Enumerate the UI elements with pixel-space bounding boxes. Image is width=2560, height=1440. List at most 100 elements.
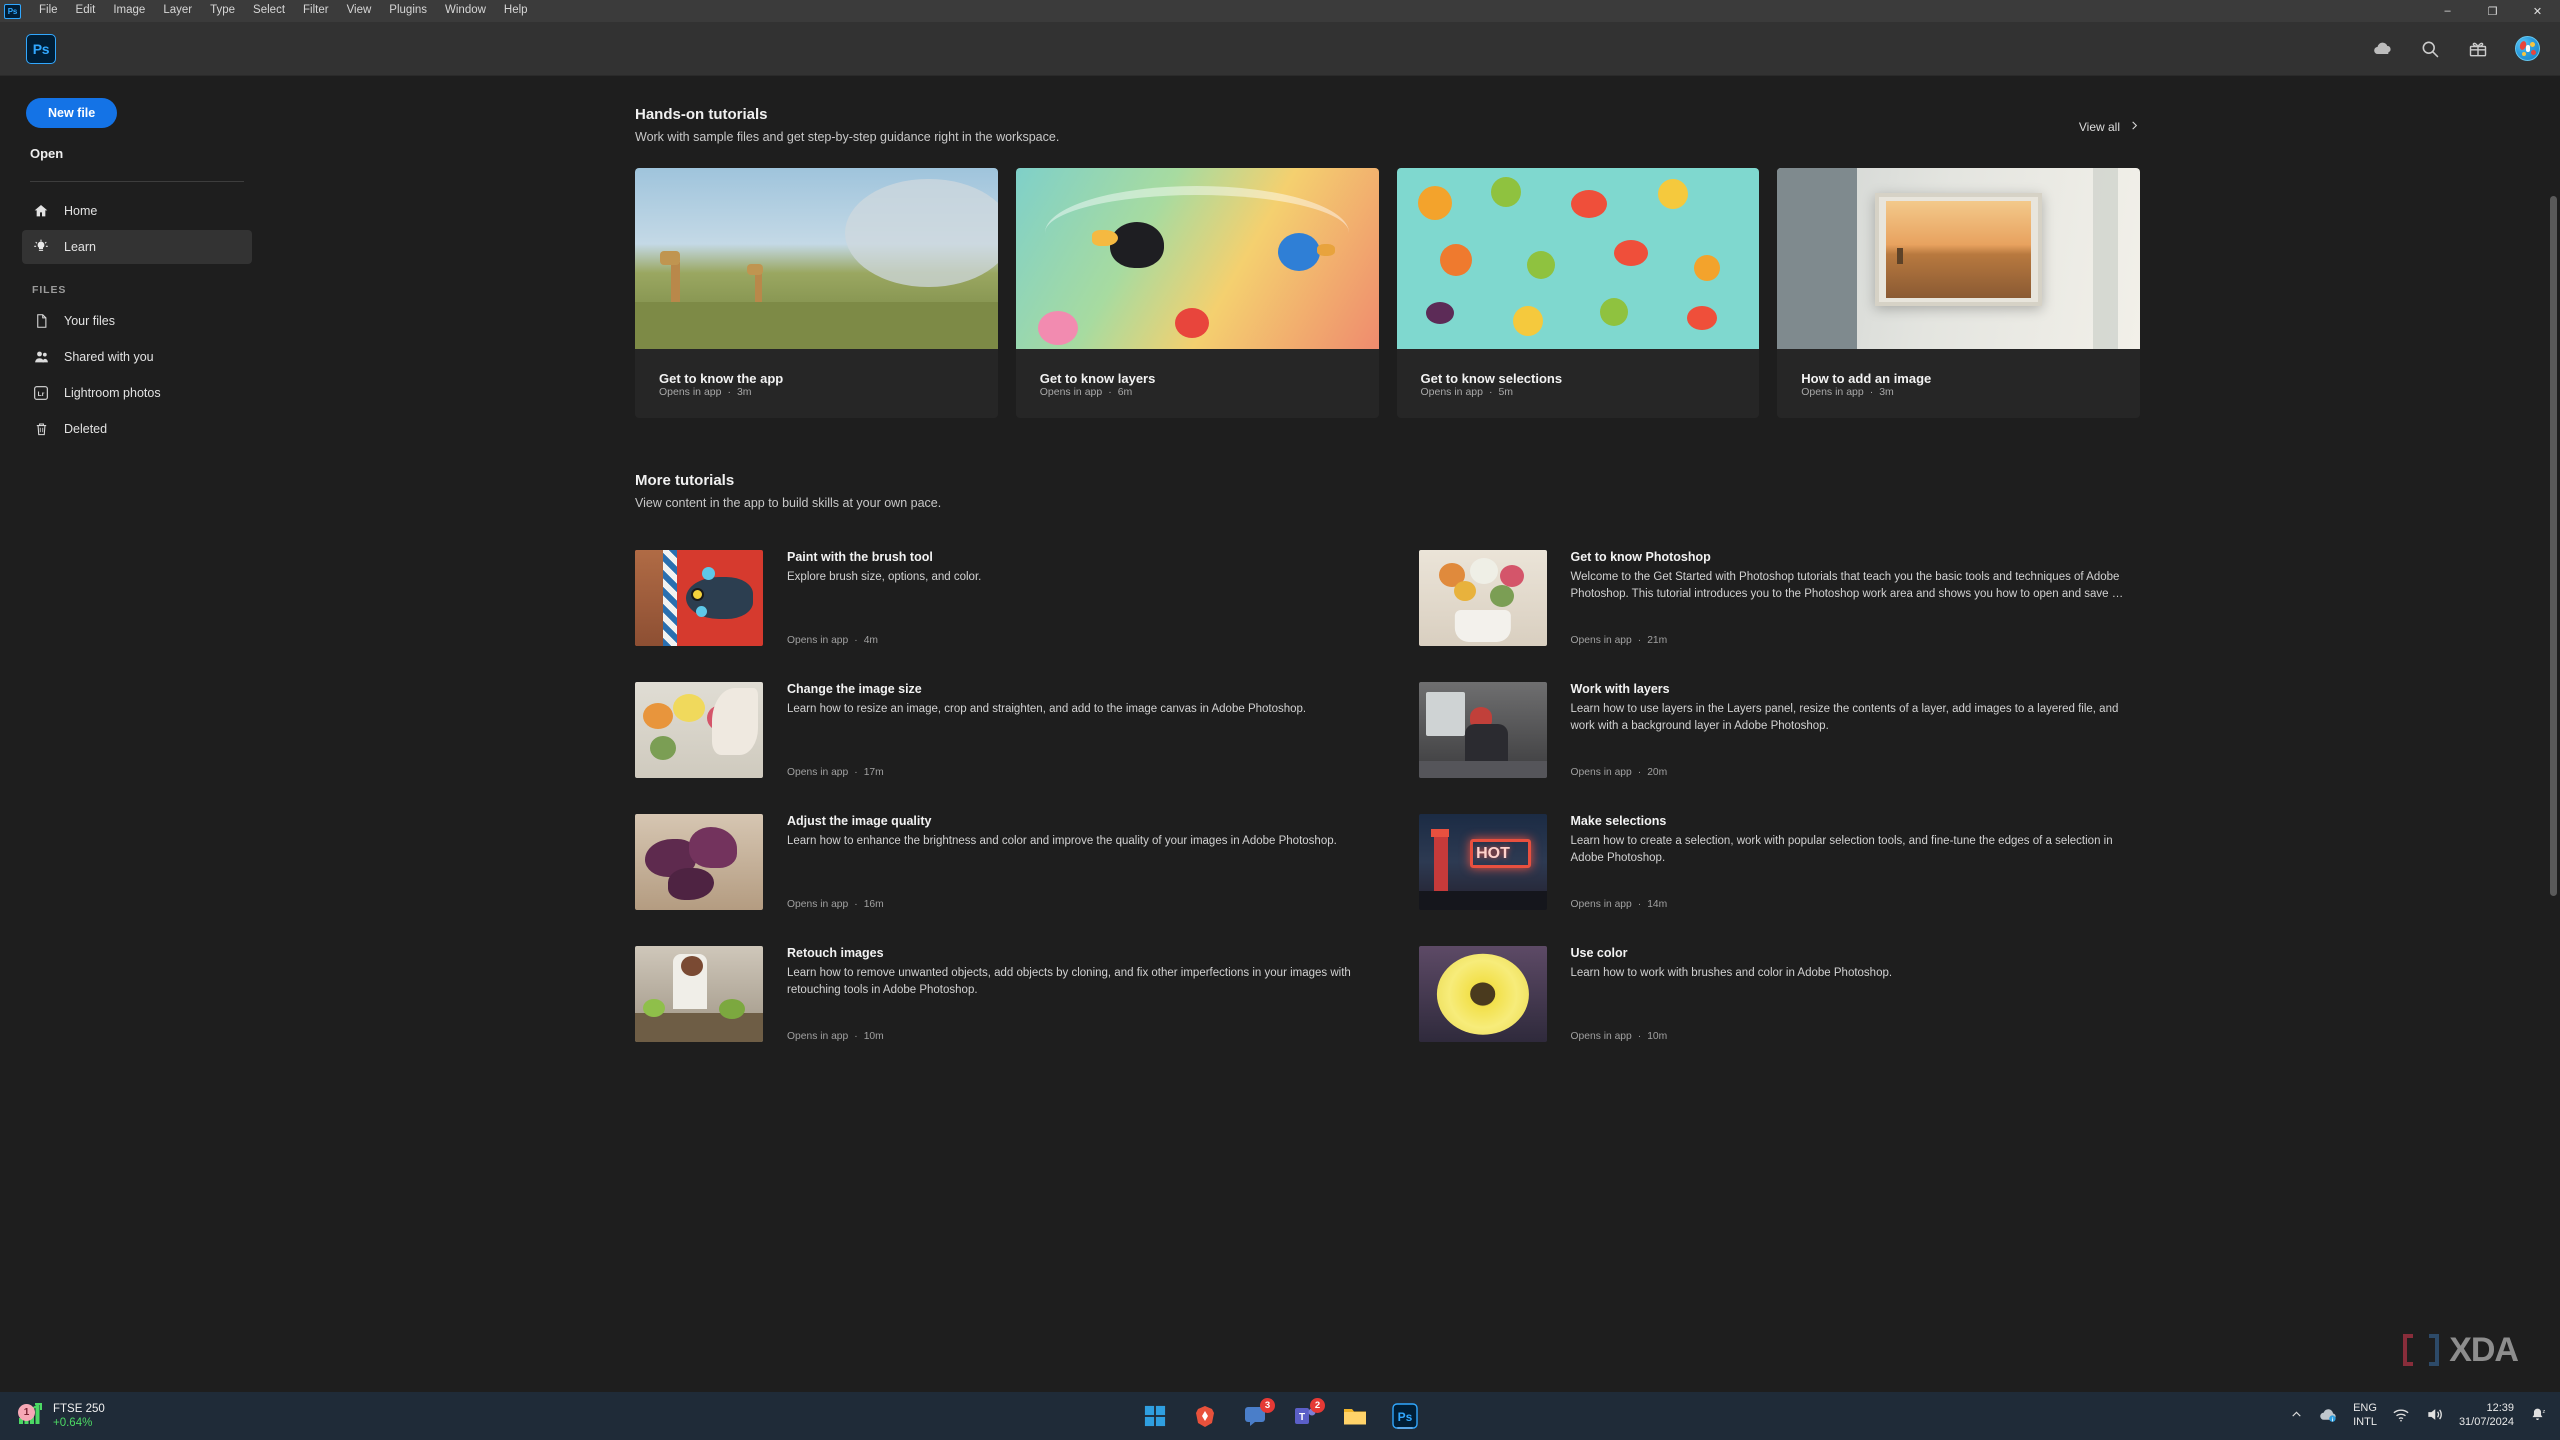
tutorial-list-item[interactable]: Paint with the brush tool Explore brush s… <box>635 534 1357 666</box>
more-tutorials-grid: Paint with the brush tool Explore brush s… <box>635 534 2140 1062</box>
sidebar-files-nav: Your files Shared with you Lr Lightroom … <box>22 304 252 448</box>
hands-on-title: Hands-on tutorials <box>635 106 768 123</box>
tutorial-card-duration: 6m <box>1117 386 1133 398</box>
sidebar-item-shared-label: Shared with you <box>64 350 154 364</box>
language-indicator[interactable]: ENG INTL <box>2353 1402 2377 1430</box>
taskbar-file-explorer[interactable] <box>1340 1401 1370 1431</box>
tutorial-list-duration: 10m <box>1647 1031 1668 1042</box>
meta-separator: · <box>854 767 858 778</box>
sidebar-item-deleted-label: Deleted <box>64 422 108 436</box>
teams-badge: 2 <box>1310 1398 1325 1413</box>
new-file-button[interactable]: New file <box>26 98 118 128</box>
tutorial-card[interactable]: Get to know layers Opens in app · 6m <box>1015 168 1379 418</box>
tutorial-card-duration: 5m <box>1498 386 1514 398</box>
tutorial-list-description: Learn how to create a selection, work wi… <box>1570 835 2113 865</box>
view-all-button[interactable]: View all <box>2079 120 2140 134</box>
tutorial-list-description: Learn how to remove unwanted objects, ad… <box>787 967 1351 997</box>
menu-item-layer[interactable]: Layer <box>154 2 201 20</box>
scrollbar-track[interactable] <box>2549 76 2558 1392</box>
tutorial-list-item[interactable]: Work with layers Learn how to use layers … <box>1418 666 2141 798</box>
tutorial-card-meta: Opens in app · 3m <box>635 386 998 418</box>
maximize-button[interactable]: ❐ <box>2470 0 2515 22</box>
tutorial-list-duration: 10m <box>863 1031 884 1042</box>
tutorial-list-item[interactable]: Change the image size Learn how to resize… <box>635 666 1357 798</box>
meta-separator: · <box>1637 635 1642 646</box>
tutorial-list-title: Work with layers <box>1570 682 1670 696</box>
sidebar-item-shared-with-you[interactable]: Shared with you <box>22 340 252 374</box>
sidebar-item-lightroom-label: Lightroom photos <box>64 386 161 400</box>
tutorial-list-thumbnail <box>635 550 763 646</box>
main-content: Hands-on tutorials Work with sample file… <box>270 76 2560 1392</box>
tutorial-card-title: Get to know layers <box>1039 371 1156 386</box>
menu-item-type[interactable]: Type <box>201 2 244 20</box>
tutorial-card[interactable]: Get to know selections Opens in app · 5m <box>1396 168 1760 418</box>
tutorial-list-title: Adjust the image quality <box>787 814 932 828</box>
tutorial-list-item[interactable]: Adjust the image quality Learn how to enh… <box>635 798 1357 930</box>
taskbar-apps: 3 T 2 Ps <box>1140 1398 1420 1431</box>
menu-item-help[interactable]: Help <box>495 2 537 20</box>
tutorial-card-opens: Opens in app <box>659 386 722 398</box>
notification-bell-icon[interactable]: z <box>2529 1406 2546 1427</box>
menu-item-plugins[interactable]: Plugins <box>380 2 436 20</box>
svg-text:Ps: Ps <box>1398 1410 1413 1424</box>
menu-item-edit[interactable]: Edit <box>67 2 105 20</box>
meta-separator: · <box>854 1031 858 1042</box>
close-button[interactable]: ✕ <box>2515 0 2560 22</box>
menu-bar: Ps File Edit Image Layer Type Select Filter Vie… <box>0 0 2560 22</box>
minimize-button[interactable]: – <box>2425 0 2470 22</box>
tutorial-list-thumbnail: HOT <box>1418 814 1547 910</box>
menu-item-filter[interactable]: Filter <box>294 2 338 20</box>
taskbar-start-button[interactable] <box>1140 1401 1170 1431</box>
menu-item-image[interactable]: Image <box>104 2 154 20</box>
tutorial-list-thumbnail <box>1418 682 1547 778</box>
tray-onedrive-icon[interactable]: i <box>2318 1407 2338 1426</box>
tutorial-card[interactable]: How to add an image Opens in app · 3m <box>1777 168 2140 418</box>
more-tutorials-section: More tutorials View content in the app t… <box>635 472 2140 1062</box>
xda-watermark-text: XDA <box>2449 1330 2519 1369</box>
app-icon-small: Ps <box>4 3 21 19</box>
wifi-icon[interactable] <box>2392 1407 2410 1426</box>
scrollbar-thumb[interactable] <box>2550 196 2557 896</box>
menu-item-select[interactable]: Select <box>244 2 294 20</box>
sidebar-item-deleted[interactable]: Deleted <box>22 412 252 446</box>
tutorial-card-opens: Opens in app <box>1801 386 1864 398</box>
gift-icon[interactable] <box>2467 38 2489 60</box>
tray-chevron-up-icon[interactable] <box>2290 1408 2303 1424</box>
menu-item-file[interactable]: File <box>30 2 67 20</box>
sidebar-item-your-files[interactable]: Your files <box>22 304 252 338</box>
tutorial-list-meta: Opens in app · 20m <box>1571 759 2141 778</box>
tutorial-list-meta: Opens in app · 10m <box>1571 1023 2141 1042</box>
tutorial-list-duration: 21m <box>1647 635 1668 646</box>
tutorial-card[interactable]: Get to know the app Opens in app · 3m <box>635 168 998 418</box>
sidebar-item-home[interactable]: Home <box>22 194 252 228</box>
tutorial-list-thumbnail <box>1418 550 1547 646</box>
tutorial-list-opens: Opens in app <box>787 899 849 910</box>
tutorial-list-thumbnail <box>635 682 763 778</box>
menu-item-window[interactable]: Window <box>436 2 495 20</box>
more-tutorials-subtitle: View content in the app to build skills … <box>635 496 942 510</box>
tutorial-list-item[interactable]: HOT Make selections Learn how to create a … <box>1418 798 2141 930</box>
sidebar-item-lightroom-photos[interactable]: Lr Lightroom photos <box>22 376 252 410</box>
cloud-icon[interactable] <box>2371 38 2393 60</box>
sidebar-item-learn[interactable]: Learn <box>22 230 252 264</box>
tutorial-list-item[interactable]: Retouch images Learn how to remove unwant… <box>635 930 1357 1062</box>
tutorial-list-item[interactable]: Get to know Photoshop Welcome to the Get … <box>1418 534 2141 666</box>
sidebar-item-learn-label: Learn <box>64 240 96 254</box>
open-button[interactable]: Open <box>22 136 252 171</box>
tutorial-list-item[interactable]: Use color Learn how to work with brushes … <box>1418 930 2141 1062</box>
meta-separator: · <box>1108 386 1112 398</box>
clock-date: 31/07/2024 <box>2458 1416 2514 1428</box>
avatar[interactable] <box>2515 36 2540 61</box>
taskbar-photoshop-app[interactable]: Ps <box>1390 1401 1420 1431</box>
taskbar-teams-app[interactable]: T 2 <box>1290 1398 1325 1431</box>
hands-on-card-grid: Get to know the app Opens in app · 3m Get to… <box>635 168 2140 418</box>
taskbar-stock-widget[interactable]: 1 FTSE 250 +0.64% <box>0 1402 105 1431</box>
search-icon[interactable] <box>2419 38 2441 60</box>
taskbar-clock[interactable]: 12:39 31/07/2024 <box>2459 1402 2514 1430</box>
taskbar-brave-browser[interactable] <box>1190 1401 1220 1431</box>
tutorial-list-title: Retouch images <box>787 946 884 960</box>
menu-item-view[interactable]: View <box>338 2 381 20</box>
sidebar-item-home-label: Home <box>64 204 98 218</box>
taskbar-chat-app[interactable]: 3 <box>1240 1398 1275 1431</box>
volume-icon[interactable] <box>2425 1406 2444 1426</box>
